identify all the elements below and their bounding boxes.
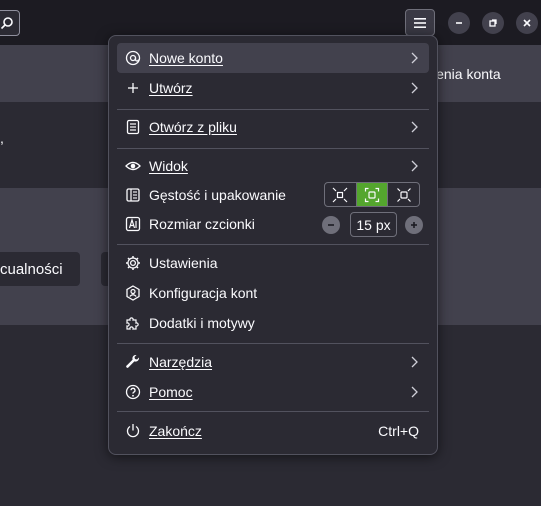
menu-separator	[117, 411, 429, 412]
help-icon	[125, 384, 141, 400]
menu-item-label: Konfiguracja kont	[149, 285, 258, 301]
menu-item-new-account[interactable]: Nowe konto	[117, 43, 429, 73]
menu-item-label: Widok	[149, 158, 188, 174]
menu-item-label: Narzędzia	[149, 354, 213, 370]
menu-item-tools[interactable]: Narzędzia	[117, 347, 429, 377]
chevron-right-icon	[411, 160, 418, 172]
chevron-right-icon	[411, 52, 418, 64]
menu-item-label: Nowe konto	[149, 50, 223, 66]
font-size-decrease-button[interactable]	[322, 216, 340, 234]
menu-item-help[interactable]: Pomoc	[117, 377, 429, 407]
density-compact-button[interactable]	[325, 183, 357, 206]
restore-button[interactable]	[482, 12, 504, 34]
minus-icon	[328, 224, 334, 226]
chevron-right-icon	[411, 386, 418, 398]
hamburger-icon	[414, 17, 426, 28]
menu-item-addons[interactable]: Dodatki i motywy	[117, 308, 429, 338]
density-icon	[125, 187, 141, 203]
eye-icon	[125, 158, 141, 174]
normal-density-icon	[364, 187, 380, 202]
font-size-value[interactable]: 15 px	[350, 212, 397, 237]
chevron-right-icon	[411, 356, 418, 368]
font-size-icon	[125, 216, 141, 232]
chevron-right-icon	[411, 82, 418, 94]
search-icon	[0, 17, 13, 30]
density-normal-button[interactable]	[356, 183, 389, 206]
minimize-icon	[456, 22, 462, 24]
close-button[interactable]	[516, 12, 538, 34]
menu-separator	[117, 148, 429, 149]
wrench-icon	[125, 354, 141, 370]
menu-item-label: Zakończ	[149, 423, 202, 439]
quit-shortcut: Ctrl+Q	[378, 423, 419, 439]
menu-item-label: Pomoc	[149, 384, 193, 400]
menu-item-label: Rozmiar czcionki	[149, 216, 255, 232]
close-icon	[523, 19, 531, 27]
banner-text[interactable]: ienia konta	[433, 66, 501, 82]
menu-separator	[117, 244, 429, 245]
compact-icon	[332, 187, 348, 202]
menu-item-label: Utwórz	[149, 80, 193, 96]
menu-item-label: Gęstość i upakowanie	[149, 187, 286, 203]
menu-item-account-settings[interactable]: Konfiguracja kont	[117, 278, 429, 308]
menu-separator	[117, 343, 429, 344]
touch-icon	[396, 187, 411, 202]
gear-icon	[125, 255, 141, 271]
power-icon	[125, 423, 141, 439]
menu-item-create[interactable]: Utwórz	[117, 73, 429, 103]
menu-separator	[117, 109, 429, 110]
puzzle-icon	[125, 315, 141, 331]
app-menu-popup: Nowe konto Utwórz Otwórz z pliku Widok G…	[108, 35, 438, 455]
chevron-right-icon	[411, 121, 418, 133]
menu-item-label: Otwórz z pliku	[149, 119, 237, 135]
plus-icon	[411, 222, 417, 228]
search-button[interactable]	[0, 10, 20, 36]
app-menu-button[interactable]	[405, 9, 435, 36]
minimize-button[interactable]	[448, 12, 470, 34]
new-account-icon	[125, 50, 141, 66]
menu-item-view[interactable]: Widok	[117, 151, 429, 181]
news-button-label: cualności	[0, 260, 63, 278]
menu-item-settings[interactable]: Ustawienia	[117, 248, 429, 278]
file-icon	[125, 119, 141, 135]
density-toggle-group	[324, 182, 420, 207]
menu-item-open-file[interactable]: Otwórz z pliku	[117, 112, 429, 142]
restore-icon	[489, 19, 497, 27]
content-text: ,	[0, 130, 4, 146]
menu-item-label: Dodatki i motywy	[149, 315, 255, 331]
news-button[interactable]: cualności	[0, 252, 80, 286]
density-touch-button[interactable]	[388, 183, 419, 206]
menu-item-quit[interactable]: Zakończ Ctrl+Q	[117, 416, 429, 446]
font-size-increase-button[interactable]	[405, 216, 423, 234]
account-settings-icon	[125, 285, 141, 301]
plus-icon	[125, 80, 141, 96]
menu-item-label: Ustawienia	[149, 255, 218, 271]
